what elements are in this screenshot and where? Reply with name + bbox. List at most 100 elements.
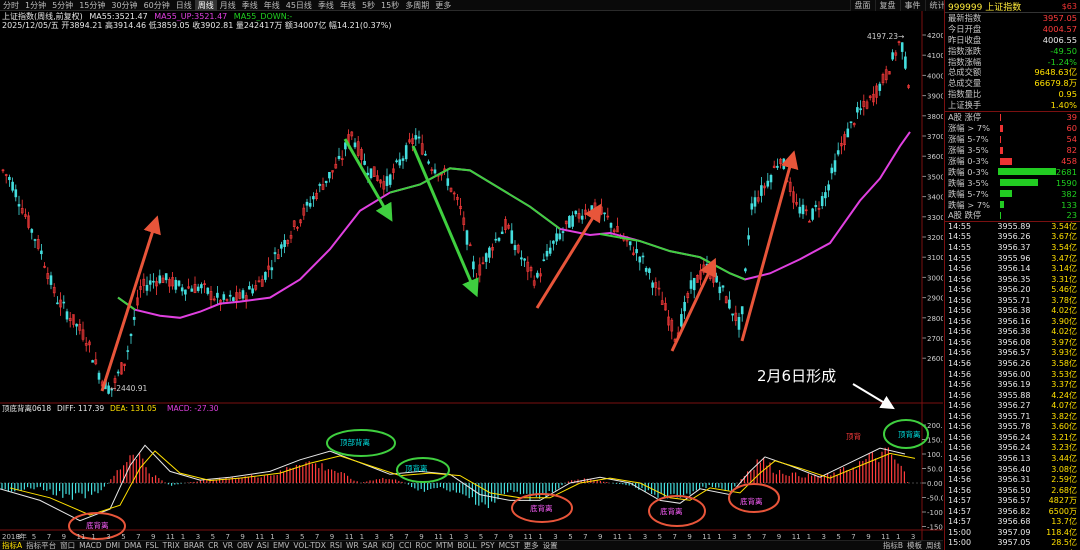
candle-body bbox=[728, 299, 731, 309]
indicator-tab[interactable]: RSI bbox=[328, 541, 344, 550]
indicator-tab[interactable]: BOLL bbox=[455, 541, 478, 550]
tick-list[interactable]: 14:55 3955.89 3.54亿 14:55 3956.26 3.67亿 14:55 3… bbox=[945, 220, 1080, 550]
tick-volume: 3.54亿 bbox=[1051, 243, 1077, 253]
period-button[interactable]: 日线 bbox=[173, 0, 195, 11]
indicator-tab[interactable]: WR bbox=[344, 541, 361, 550]
quote-header: 999999 上证指数 $63 bbox=[945, 0, 1080, 13]
period-button[interactable]: 更多 bbox=[432, 0, 454, 11]
period-button[interactable]: 5秒 bbox=[359, 0, 378, 11]
indicator-tab[interactable]: 指标A bbox=[0, 541, 24, 550]
candle-body bbox=[433, 169, 437, 174]
period-button[interactable]: 年线 bbox=[337, 0, 359, 11]
indicator-tab[interactable]: 窗口 bbox=[58, 541, 77, 550]
index-stats: 最新指数 3957.05 今日开盘 4004.57 昨日收盘 4006.55 指数涨跌 -49… bbox=[945, 13, 1080, 111]
period-button[interactable]: 1分钟 bbox=[22, 0, 49, 11]
candle-body bbox=[472, 261, 475, 270]
period-button[interactable]: 5分钟 bbox=[49, 0, 76, 11]
candle-body bbox=[200, 284, 203, 289]
tick-price: 3956.24 bbox=[997, 443, 1031, 453]
candle-body bbox=[801, 204, 805, 215]
indicator-tab[interactable]: FSL bbox=[143, 541, 160, 550]
indicator-tab[interactable]: MTM bbox=[434, 541, 456, 550]
tool-button[interactable]: 事件 bbox=[899, 0, 925, 11]
indicator-tab[interactable]: BRAR bbox=[182, 541, 206, 550]
indicator-tab[interactable]: TRIX bbox=[161, 541, 182, 550]
candle-body bbox=[398, 159, 402, 166]
candle-body bbox=[814, 204, 818, 208]
tick-price: 3956.40 bbox=[997, 464, 1031, 474]
breadth-row: 涨幅 5-7% 54 bbox=[945, 134, 1080, 145]
candle-body bbox=[33, 239, 37, 241]
stat-row: 最新指数 3957.05 bbox=[945, 13, 1080, 24]
period-button[interactable]: 月线 bbox=[217, 0, 239, 11]
indicator-tab[interactable]: PSY bbox=[479, 541, 497, 550]
candle-body bbox=[523, 258, 526, 261]
indicator-tab[interactable]: ROC bbox=[414, 541, 434, 550]
indicator-tab[interactable]: 更多 bbox=[522, 541, 541, 550]
indicator-tab[interactable]: DMI bbox=[104, 541, 122, 550]
breadth-row: A股 跌停 23 bbox=[945, 210, 1080, 221]
period-button[interactable]: 多周期 bbox=[402, 0, 432, 11]
tick-row: 14:56 3956.20 5.46亿 bbox=[945, 285, 1080, 296]
period-button[interactable]: 30分钟 bbox=[108, 0, 140, 11]
period-button[interactable]: 周线 bbox=[194, 0, 217, 11]
bottom-right-tab[interactable]: 模板 bbox=[905, 541, 924, 550]
indicator-tab[interactable]: ASI bbox=[255, 541, 271, 550]
stat-label: 上证换手 bbox=[948, 100, 982, 111]
macd-dea: DEA: 131.05 bbox=[110, 404, 157, 413]
indicator-tab[interactable]: DMA bbox=[122, 541, 143, 550]
stat-value: 66679.8万 bbox=[1034, 78, 1077, 89]
period-button[interactable]: 季线 bbox=[315, 0, 337, 11]
candle-body bbox=[158, 275, 162, 284]
tick-row: 14:56 3956.50 2.68亿 bbox=[945, 486, 1080, 497]
indicator-tab[interactable]: VOL-TDX bbox=[291, 541, 327, 550]
tick-time: 14:56 bbox=[948, 390, 972, 400]
indicator-tab[interactable]: SAR bbox=[361, 541, 380, 550]
candle-body bbox=[497, 237, 501, 241]
indicator-tab[interactable]: OBV bbox=[235, 541, 255, 550]
candle-body bbox=[859, 108, 862, 111]
bottom-right-tab[interactable]: 指标B bbox=[881, 541, 905, 550]
indicator-tab[interactable]: CR bbox=[206, 541, 220, 550]
divergence-label: 顶背 bbox=[846, 431, 861, 441]
tick-price: 3956.57 bbox=[997, 348, 1031, 358]
period-button[interactable]: 年线 bbox=[261, 0, 283, 11]
tool-button[interactable]: 复盘 bbox=[874, 0, 900, 11]
indicator-tab[interactable]: 指标平台 bbox=[24, 541, 58, 550]
period-button[interactable]: 15分钟 bbox=[76, 0, 108, 11]
candle-body bbox=[206, 287, 210, 294]
indicator-tab[interactable]: EMV bbox=[271, 541, 291, 550]
indicator-tab[interactable]: MCST bbox=[497, 541, 522, 550]
indicator-tab[interactable]: VR bbox=[221, 541, 235, 550]
stat-row: 昨日收盘 4006.55 bbox=[945, 35, 1080, 46]
candle-body bbox=[40, 250, 43, 255]
candle-body bbox=[820, 196, 824, 207]
price-tick-label: 2900 bbox=[927, 295, 943, 303]
tick-time: 14:56 bbox=[948, 453, 972, 463]
period-button[interactable]: 45日线 bbox=[283, 0, 315, 11]
breadth-row: 跌幅 > 7% 133 bbox=[945, 199, 1080, 210]
candle-body bbox=[891, 52, 894, 60]
svg-text:顶底背离0618: 顶底背离0618 bbox=[2, 403, 51, 413]
tool-button[interactable]: 盘面 bbox=[849, 0, 875, 11]
indicator-tab[interactable]: KDJ bbox=[380, 541, 397, 550]
tick-volume: 13.7亿 bbox=[1051, 517, 1077, 527]
candle-body bbox=[30, 229, 34, 233]
tick-row: 14:56 3956.40 3.08亿 bbox=[945, 465, 1080, 476]
period-button[interactable]: 60分钟 bbox=[141, 0, 173, 11]
bottom-right-tab[interactable]: 周线 bbox=[924, 541, 943, 550]
tick-row: 14:56 3956.57 3.93亿 bbox=[945, 348, 1080, 359]
candle-body bbox=[494, 238, 498, 241]
kline-chart[interactable]: 上证指数(周线,前复权) MA55:3521.47 MA55_UP:3521.4… bbox=[0, 11, 943, 543]
tick-price: 3956.26 bbox=[997, 359, 1031, 369]
period-button[interactable]: 季线 bbox=[239, 0, 261, 11]
period-button[interactable]: 分时 bbox=[0, 0, 22, 11]
candle-body bbox=[305, 201, 309, 206]
indicator-tab[interactable]: CCI bbox=[397, 541, 414, 550]
indicator-tab[interactable]: MACD bbox=[77, 541, 103, 550]
tick-time: 14:56 bbox=[948, 295, 972, 305]
candle-body bbox=[395, 160, 398, 163]
period-button[interactable]: 15秒 bbox=[378, 0, 402, 11]
candle-body bbox=[644, 267, 648, 272]
indicator-tab[interactable]: 设置 bbox=[541, 541, 560, 550]
